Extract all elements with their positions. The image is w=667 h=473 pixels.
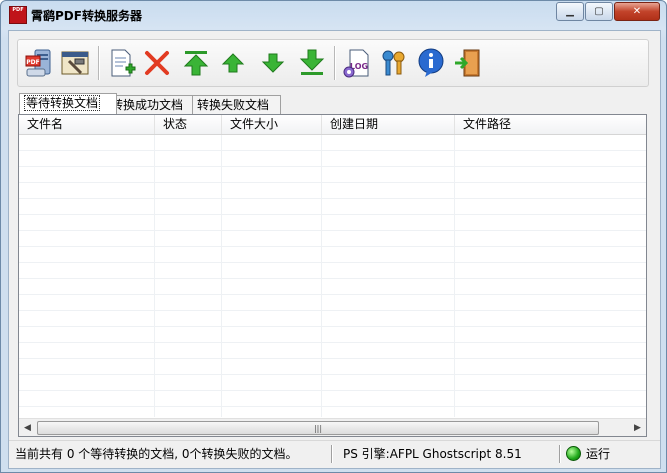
tab-failed-label: 转换失败文档 — [197, 98, 270, 112]
close-icon: ✕ — [632, 6, 642, 17]
exit-button[interactable] — [451, 46, 485, 80]
column-divider — [221, 135, 222, 417]
column-divider — [454, 135, 455, 417]
delete-icon — [145, 51, 169, 75]
toolbar: PDF LOG — [17, 39, 649, 87]
maximize-icon: ▢ — [594, 6, 604, 17]
info-icon — [418, 48, 444, 77]
column-header-created[interactable]: 创建日期 — [322, 115, 455, 134]
column-divider — [321, 135, 322, 417]
column-divider — [154, 135, 155, 417]
close-button[interactable]: ✕ — [614, 2, 660, 21]
move-up-icon — [221, 53, 245, 73]
running-indicator-icon — [566, 446, 581, 461]
user-key-icon — [382, 50, 405, 76]
tab-failed[interactable]: 转换失败文档 — [192, 95, 281, 114]
add-document-button[interactable] — [104, 46, 138, 80]
chevron-right-icon: ▶ — [634, 422, 641, 433]
svg-text:PDF: PDF — [26, 59, 39, 66]
column-header-size[interactable]: 文件大小 — [222, 115, 322, 134]
move-top-button[interactable] — [179, 46, 213, 80]
maximize-button[interactable]: ▢ — [585, 2, 613, 21]
title-bar[interactable]: PDF 霄鹞PDF转换服务器 ▁ ▢ ✕ — [1, 1, 666, 29]
log-button[interactable]: LOG — [340, 46, 374, 80]
window-title: 霄鹞PDF转换服务器 — [31, 9, 142, 23]
move-bottom-button[interactable] — [295, 46, 329, 80]
list-header: 文件名 状态 文件大小 创建日期 文件路径 — [19, 115, 646, 135]
column-header-filename[interactable]: 文件名 — [19, 115, 155, 134]
status-bar: 当前共有 0 个等待转换的文档, 0个转换失败的文档。 PS 引擎:AFPL G… — [9, 440, 660, 467]
document-list[interactable]: 文件名 状态 文件大小 创建日期 文件路径 ◀ ||| ▶ — [18, 114, 647, 437]
move-down-icon — [261, 53, 285, 73]
add-document-icon — [111, 49, 136, 77]
status-divider — [559, 445, 561, 463]
status-state: 运行 — [586, 447, 611, 461]
status-divider — [331, 445, 333, 463]
toolbar-separator — [98, 46, 100, 80]
tab-success[interactable]: 转换成功文档 — [106, 95, 195, 114]
scroll-thumb[interactable]: ||| — [37, 421, 599, 435]
toolbar-separator — [334, 46, 336, 80]
settings-tools-icon — [61, 51, 89, 75]
pdf-server-icon: PDF — [25, 49, 51, 77]
minimize-icon: ▁ — [566, 6, 574, 17]
user-key-button[interactable] — [376, 46, 410, 80]
move-down-button[interactable] — [256, 46, 290, 80]
scroll-grip: ||| — [313, 423, 323, 433]
delete-button[interactable] — [140, 46, 174, 80]
move-top-icon — [183, 51, 209, 76]
minimize-button[interactable]: ▁ — [556, 2, 584, 21]
scroll-right-button[interactable]: ▶ — [629, 419, 646, 436]
chevron-left-icon: ◀ — [24, 422, 31, 433]
tab-success-label: 转换成功文档 — [111, 98, 184, 112]
status-message: 当前共有 0 个等待转换的文档, 0个转换失败的文档。 — [15, 447, 298, 461]
list-body — [19, 135, 646, 417]
app-icon: PDF — [9, 6, 27, 24]
horizontal-scrollbar[interactable]: ◀ ||| ▶ — [19, 418, 646, 436]
tab-pending-label: 等待转换文档 — [24, 95, 101, 111]
client-area: PDF LOG 等待转换文档 转换成功文档 转换失败文档 文件名 状态 文件大小… — [8, 30, 661, 469]
pdf-server-button[interactable]: PDF — [22, 46, 56, 80]
move-up-button[interactable] — [216, 46, 250, 80]
settings-button[interactable] — [58, 46, 92, 80]
exit-icon — [455, 49, 480, 77]
info-button[interactable] — [414, 46, 448, 80]
scroll-left-button[interactable]: ◀ — [19, 419, 36, 436]
tab-pending[interactable]: 等待转换文档 — [19, 93, 117, 114]
status-engine: PS 引擎:AFPL Ghostscript 8.51 — [343, 447, 522, 461]
log-icon: LOG — [343, 49, 369, 78]
app-window: PDF 霄鹞PDF转换服务器 ▁ ▢ ✕ PDF LOG 等待转换文档 转换成功… — [0, 0, 667, 473]
column-header-status[interactable]: 状态 — [155, 115, 222, 134]
move-bottom-icon — [299, 49, 325, 75]
column-header-path[interactable]: 文件路径 — [455, 115, 646, 134]
